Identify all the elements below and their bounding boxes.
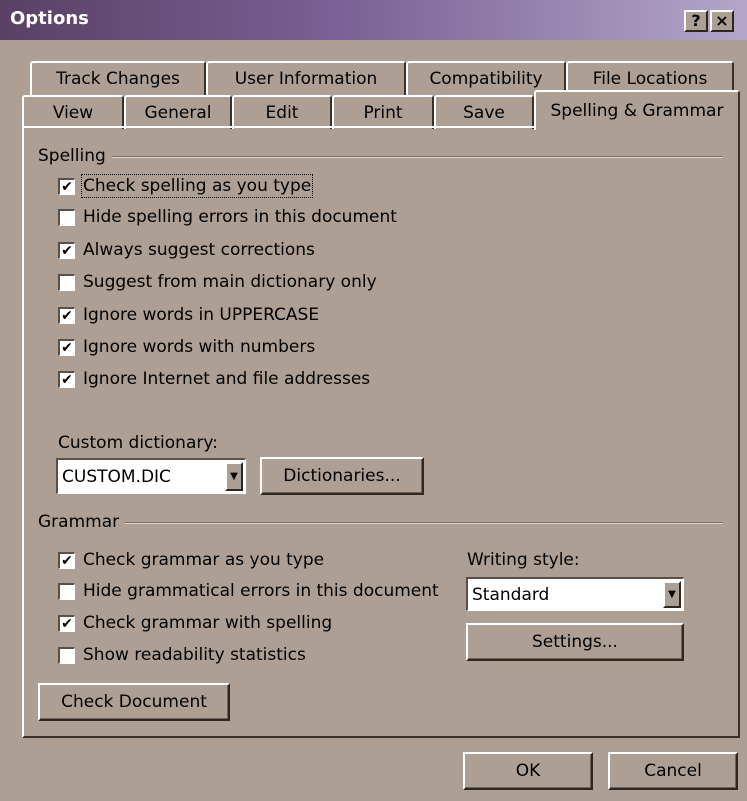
title-bar bbox=[0, 0, 747, 40]
checkbox[interactable]: ✔ bbox=[58, 178, 75, 195]
check-document-button[interactable]: Check Document bbox=[38, 683, 230, 721]
checkbox-label: Ignore words with numbers bbox=[83, 337, 316, 357]
check-icon: ✔ bbox=[61, 308, 73, 324]
dictionaries-button[interactable]: Dictionaries... bbox=[260, 457, 424, 495]
tab-save[interactable]: Save bbox=[434, 95, 534, 129]
checkbox[interactable]: ✔ bbox=[58, 339, 75, 356]
checkbox-label: Hide spelling errors in this document bbox=[83, 207, 397, 227]
tab-spelling-grammar[interactable]: Spelling & Grammar bbox=[534, 90, 740, 130]
checkbox[interactable]: ✔ bbox=[58, 307, 75, 324]
writing-style-select[interactable]: Standard ▼ bbox=[466, 577, 684, 611]
spelling-group-label: Spelling bbox=[36, 146, 112, 166]
check-icon: ✔ bbox=[61, 179, 73, 195]
spelling-divider bbox=[36, 156, 722, 158]
checkbox[interactable]: ✔ bbox=[58, 242, 75, 259]
tab-user-information[interactable]: User Information bbox=[206, 61, 406, 95]
check-icon: ✔ bbox=[61, 340, 73, 356]
writing-style-label: Writing style: bbox=[467, 550, 580, 570]
tab-print[interactable]: Print bbox=[332, 95, 434, 129]
checkbox[interactable] bbox=[58, 583, 75, 600]
tab-track-changes[interactable]: Track Changes bbox=[30, 61, 206, 95]
ok-button[interactable]: OK bbox=[463, 752, 593, 790]
checkbox[interactable] bbox=[58, 209, 75, 226]
tab-edit[interactable]: Edit bbox=[232, 95, 332, 129]
checkbox-label: Hide grammatical errors in this document bbox=[83, 581, 439, 601]
grammar-divider bbox=[36, 522, 722, 524]
checkbox[interactable] bbox=[58, 647, 75, 664]
chevron-down-icon[interactable]: ▼ bbox=[663, 581, 681, 608]
window-title: Options bbox=[10, 8, 89, 29]
cancel-button[interactable]: Cancel bbox=[608, 752, 738, 790]
checkbox-label: Ignore words in UPPERCASE bbox=[83, 305, 320, 325]
custom-dictionary-value: CUSTOM.DIC bbox=[62, 467, 171, 487]
check-icon: ✔ bbox=[61, 243, 73, 259]
checkbox[interactable] bbox=[58, 274, 75, 291]
check-icon: ✔ bbox=[61, 372, 73, 388]
tab-general[interactable]: General bbox=[124, 95, 232, 129]
checkbox-label: Always suggest corrections bbox=[83, 240, 315, 260]
custom-dictionary-label: Custom dictionary: bbox=[58, 433, 218, 453]
checkbox-label: Show readability statistics bbox=[83, 645, 306, 665]
settings-button[interactable]: Settings... bbox=[466, 623, 684, 661]
check-icon: ✔ bbox=[61, 616, 73, 632]
checkbox-label: Check spelling as you type bbox=[80, 174, 314, 198]
custom-dictionary-select[interactable]: CUSTOM.DIC ▼ bbox=[56, 458, 246, 494]
tab-view[interactable]: View bbox=[22, 95, 124, 129]
close-button[interactable]: × bbox=[710, 10, 734, 32]
checkbox-label: Check grammar as you type bbox=[83, 550, 325, 570]
checkbox-label: Ignore Internet and file addresses bbox=[83, 369, 371, 389]
checkbox[interactable]: ✔ bbox=[58, 552, 75, 569]
checkbox-label: Check grammar with spelling bbox=[83, 613, 333, 633]
checkbox-label: Suggest from main dictionary only bbox=[83, 272, 377, 292]
check-icon: ✔ bbox=[61, 553, 73, 569]
checkbox[interactable]: ✔ bbox=[58, 615, 75, 632]
help-button[interactable]: ? bbox=[684, 10, 708, 32]
checkbox[interactable]: ✔ bbox=[58, 371, 75, 388]
chevron-down-icon[interactable]: ▼ bbox=[225, 462, 243, 491]
writing-style-value: Standard bbox=[472, 585, 550, 605]
grammar-group-label: Grammar bbox=[36, 512, 126, 532]
